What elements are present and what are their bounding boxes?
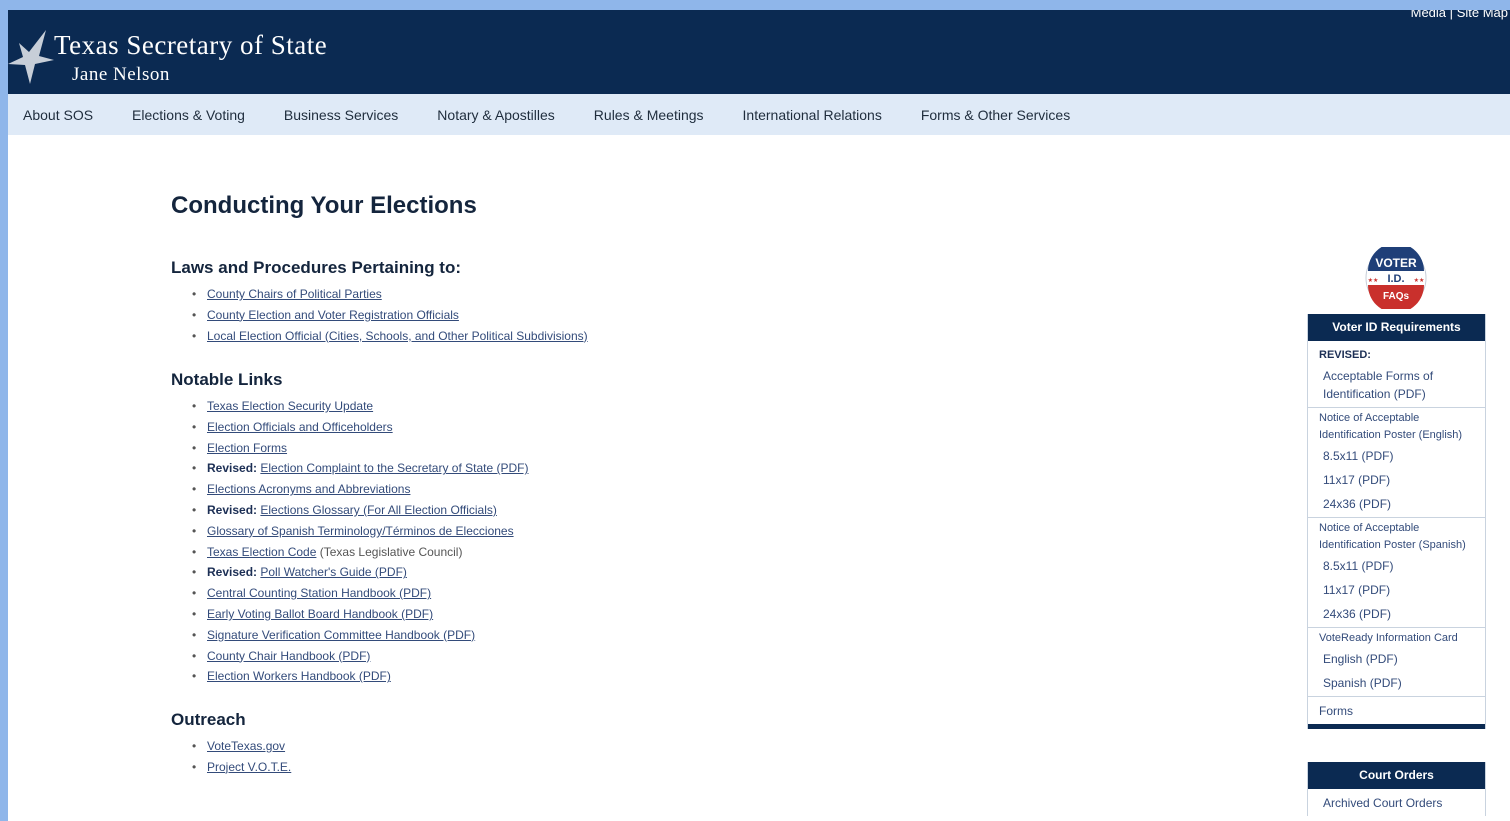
poster-spanish-label: Notice of Acceptable Identification Post… xyxy=(1319,522,1466,551)
poster-spanish-group: Notice of Acceptable Identification Post… xyxy=(1308,518,1485,628)
box-footer-bar xyxy=(1308,724,1485,729)
notable-link[interactable]: Poll Watcher's Guide (PDF) xyxy=(260,565,407,579)
list-item: Texas Election Security Update xyxy=(192,396,529,417)
badge-star-left: ★★ xyxy=(1368,277,1379,284)
list-item: Early Voting Ballot Board Handbook (PDF) xyxy=(192,604,529,625)
notable-link[interactable]: Election Forms xyxy=(207,441,287,455)
list-item: County Election and Voter Registration O… xyxy=(192,305,588,326)
notable-link[interactable]: Central Counting Station Handbook (PDF) xyxy=(207,586,431,600)
laws-list: County Chairs of Political Parties Count… xyxy=(192,284,588,346)
revised-group: REVISED: Acceptable Forms of Identificat… xyxy=(1308,341,1485,408)
notable-link[interactable]: Signature Verification Committee Handboo… xyxy=(207,628,475,642)
laws-link[interactable]: Local Election Official (Cities, Schools… xyxy=(207,329,588,343)
nav-item-elections-voting[interactable]: Elections & Voting xyxy=(132,107,245,123)
utility-separator: | xyxy=(1449,10,1454,20)
voteready-link[interactable]: English (PDF) xyxy=(1319,647,1481,671)
outreach-list: VoteTexas.gov Project V.O.T.E. xyxy=(192,736,291,778)
notable-link[interactable]: Texas Election Code xyxy=(207,545,316,559)
notable-link[interactable]: Early Voting Ballot Board Handbook (PDF) xyxy=(207,607,433,621)
revised-label: REVISED: xyxy=(1319,349,1371,361)
site-map-link[interactable]: Site Map xyxy=(1457,10,1508,20)
nav-item-about-sos[interactable]: About SOS xyxy=(23,107,93,123)
nav-item-rules-meetings[interactable]: Rules & Meetings xyxy=(594,107,704,123)
acceptable-forms-link[interactable]: Acceptable Forms of Identification (PDF) xyxy=(1319,364,1481,406)
list-item: Election Forms xyxy=(192,438,529,459)
court-orders-heading: Court Orders xyxy=(1308,762,1485,789)
notable-link[interactable]: Texas Election Security Update xyxy=(207,399,373,413)
revised-label: Revised: xyxy=(207,565,258,580)
list-item: Revised: Elections Glossary (For All Ele… xyxy=(192,500,529,521)
list-item: Revised: Election Complaint to the Secre… xyxy=(192,458,529,479)
site-title[interactable]: Texas Secretary of State xyxy=(54,30,327,61)
poster-english-link[interactable]: 24x36 (PDF) xyxy=(1319,492,1481,516)
poster-english-label: Notice of Acceptable Identification Post… xyxy=(1319,412,1463,441)
list-item: Glossary of Spanish Terminology/Términos… xyxy=(192,521,529,542)
list-item: Revised: Poll Watcher's Guide (PDF) xyxy=(192,562,529,583)
voteready-link[interactable]: Spanish (PDF) xyxy=(1319,671,1481,695)
laws-link[interactable]: County Election and Voter Registration O… xyxy=(207,308,459,322)
forms-link[interactable]: Forms xyxy=(1319,699,1481,723)
nav-item-notary-apostilles[interactable]: Notary & Apostilles xyxy=(437,107,555,123)
archived-court-orders-link[interactable]: Archived Court Orders xyxy=(1319,791,1481,815)
badge-voter-text: VOTER xyxy=(1375,256,1417,270)
outreach-link[interactable]: VoteTexas.gov xyxy=(207,739,285,753)
main-nav: About SOS Elections & Voting Business Se… xyxy=(8,94,1510,135)
list-item: Texas Election Code (Texas Legislative C… xyxy=(192,542,529,563)
revised-label: Revised: xyxy=(207,502,258,517)
voter-id-badge-icon[interactable]: VOTER ★★ I.D. ★★ FAQs xyxy=(1365,247,1427,309)
page-title: Conducting Your Elections xyxy=(171,192,477,219)
badge-star-right: ★★ xyxy=(1414,277,1425,284)
utility-links: Media | Site Map xyxy=(1411,10,1508,20)
notable-link[interactable]: Election Complaint to the Secretary of S… xyxy=(260,461,528,475)
list-item: Election Workers Handbook (PDF) xyxy=(192,666,529,687)
nav-item-forms-other-services[interactable]: Forms & Other Services xyxy=(921,107,1070,123)
poster-spanish-link[interactable]: 11x17 (PDF) xyxy=(1319,578,1481,602)
court-orders-group: Archived Court Orders xyxy=(1308,789,1485,816)
browser-viewport: Media | Site Map Texas Secretary of Stat… xyxy=(8,10,1510,821)
list-item: Local Election Official (Cities, Schools… xyxy=(192,326,588,347)
site-subtitle: Jane Nelson xyxy=(72,64,170,85)
list-item: Elections Acronyms and Abbreviations xyxy=(192,479,529,500)
list-item: County Chairs of Political Parties xyxy=(192,284,588,305)
star-icon[interactable] xyxy=(8,30,54,84)
list-item: Election Officials and Officeholders xyxy=(192,417,529,438)
nav-item-international-relations[interactable]: International Relations xyxy=(743,107,882,123)
site-header: Media | Site Map Texas Secretary of Stat… xyxy=(8,10,1510,94)
notable-links-list: Texas Election Security Update Election … xyxy=(192,396,529,687)
badge-id-text: I.D. xyxy=(1387,273,1404,285)
link-note: (Texas Legislative Council) xyxy=(316,544,463,559)
revised-label: Revised: xyxy=(207,461,258,476)
list-item: Project V.O.T.E. xyxy=(192,757,291,778)
notable-link[interactable]: County Chair Handbook (PDF) xyxy=(207,649,370,663)
poster-spanish-link[interactable]: 8.5x11 (PDF) xyxy=(1319,554,1481,578)
notable-link[interactable]: Elections Acronyms and Abbreviations xyxy=(207,482,410,496)
court-orders-box: Court Orders Archived Court Orders xyxy=(1307,762,1486,816)
list-item: Central Counting Station Handbook (PDF) xyxy=(192,583,529,604)
outreach-link[interactable]: Project V.O.T.E. xyxy=(207,760,291,774)
poster-english-group: Notice of Acceptable Identification Post… xyxy=(1308,408,1485,518)
voter-id-box: Voter ID Requirements REVISED: Acceptabl… xyxy=(1307,314,1486,729)
notable-link[interactable]: Election Officials and Officeholders xyxy=(207,420,393,434)
laws-heading: Laws and Procedures Pertaining to: xyxy=(171,258,462,277)
notable-link[interactable]: Election Workers Handbook (PDF) xyxy=(207,669,391,683)
poster-spanish-link[interactable]: 24x36 (PDF) xyxy=(1319,602,1481,626)
notable-link[interactable]: Glossary of Spanish Terminology/Términos… xyxy=(207,524,514,538)
poster-english-link[interactable]: 11x17 (PDF) xyxy=(1319,468,1481,492)
list-item: County Chair Handbook (PDF) xyxy=(192,646,529,667)
poster-english-link[interactable]: 8.5x11 (PDF) xyxy=(1319,444,1481,468)
voter-id-heading: Voter ID Requirements xyxy=(1308,314,1485,341)
badge-faqs-text: FAQs xyxy=(1383,291,1410,302)
nav-item-business-services[interactable]: Business Services xyxy=(284,107,398,123)
forms-group: Forms xyxy=(1308,697,1485,724)
notable-link[interactable]: Elections Glossary (For All Election Off… xyxy=(260,503,497,517)
list-item: Signature Verification Committee Handboo… xyxy=(192,625,529,646)
voteready-label: VoteReady Information Card xyxy=(1319,632,1458,644)
laws-link[interactable]: County Chairs of Political Parties xyxy=(207,287,382,301)
notable-links-heading: Notable Links xyxy=(171,370,283,389)
outreach-heading: Outreach xyxy=(171,710,246,729)
media-link[interactable]: Media xyxy=(1411,10,1446,20)
list-item: VoteTexas.gov xyxy=(192,736,291,757)
voteready-group: VoteReady Information Card English (PDF)… xyxy=(1308,628,1485,697)
